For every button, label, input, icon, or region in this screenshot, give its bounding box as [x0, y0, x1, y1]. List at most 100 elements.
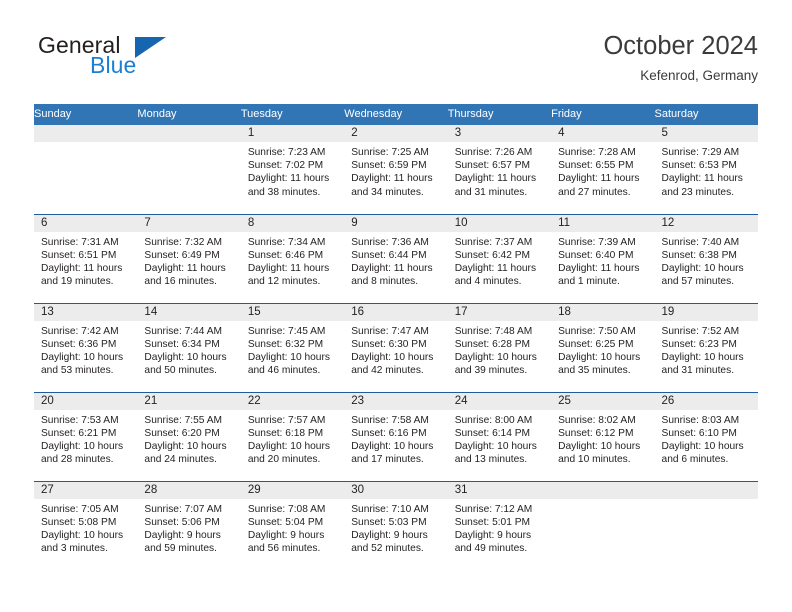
- sunrise-text: Sunrise: 7:05 AM: [41, 503, 119, 515]
- daylight-text-line2: and 52 minutes.: [351, 543, 424, 555]
- day-cell[interactable]: 12 Sunrise: 7:40 AM Sunset: 6:38 PM Dayl…: [654, 213, 758, 303]
- day-cell[interactable]: 10 Sunrise: 7:37 AM Sunset: 6:42 PM Dayl…: [447, 213, 552, 303]
- sunset-text: Sunset: 5:03 PM: [351, 516, 427, 528]
- day-cell[interactable]: 11 Sunrise: 7:39 AM Sunset: 6:40 PM Dayl…: [551, 213, 655, 303]
- calendar-week-row: 27 Sunrise: 7:05 AM Sunset: 5:08 PM Dayl…: [34, 480, 758, 570]
- day-details: Sunrise: 7:44 AM Sunset: 6:34 PM Dayligh…: [137, 321, 240, 378]
- day-cell[interactable]: 4 Sunrise: 7:28 AM Sunset: 6:55 PM Dayli…: [551, 125, 655, 214]
- sunset-text: Sunset: 6:12 PM: [558, 427, 634, 439]
- daylight-text-line2: and 23 minutes.: [661, 186, 735, 198]
- general-blue-logo[interactable]: General Blue: [34, 30, 264, 92]
- sunset-text: Sunset: 6:25 PM: [558, 338, 634, 350]
- day-details: Sunrise: 7:52 AM Sunset: 6:23 PM Dayligh…: [655, 321, 758, 378]
- day-cell[interactable]: 31 Sunrise: 7:12 AM Sunset: 5:01 PM Dayl…: [447, 480, 552, 570]
- day-cell[interactable]: 17 Sunrise: 7:48 AM Sunset: 6:28 PM Dayl…: [447, 302, 552, 392]
- daylight-text-line1: Daylight: 10 hours: [144, 351, 227, 363]
- daylight-text-line2: and 6 minutes.: [661, 454, 729, 466]
- calendar-week-row: 20 Sunrise: 7:53 AM Sunset: 6:21 PM Dayl…: [34, 391, 758, 481]
- day-details: Sunrise: 7:48 AM Sunset: 6:28 PM Dayligh…: [448, 321, 551, 378]
- daylight-text-line2: and 53 minutes.: [41, 365, 114, 377]
- daylight-text-line2: and 35 minutes.: [558, 365, 631, 377]
- day-cell[interactable]: 9 Sunrise: 7:36 AM Sunset: 6:44 PM Dayli…: [344, 213, 448, 303]
- sunrise-text: Sunrise: 7:08 AM: [247, 503, 326, 515]
- day-cell[interactable]: 23 Sunrise: 7:58 AM Sunset: 6:16 PM Dayl…: [344, 391, 448, 481]
- weekday-header-wednesday: Wednesday: [344, 104, 448, 125]
- day-details: Sunrise: 7:50 AM Sunset: 6:25 PM Dayligh…: [551, 321, 654, 378]
- day-details: Sunrise: 7:58 AM Sunset: 6:16 PM Dayligh…: [344, 410, 447, 467]
- day-cell[interactable]: 29 Sunrise: 7:08 AM Sunset: 5:04 PM Dayl…: [240, 480, 345, 570]
- day-details: Sunrise: 7:28 AM Sunset: 6:55 PM Dayligh…: [551, 142, 654, 199]
- sunset-text: Sunset: 6:36 PM: [41, 338, 117, 350]
- day-cell[interactable]: 18 Sunrise: 7:50 AM Sunset: 6:25 PM Dayl…: [551, 302, 655, 392]
- day-cell[interactable]: 19 Sunrise: 7:52 AM Sunset: 6:23 PM Dayl…: [654, 302, 758, 392]
- day-cell[interactable]: 7 Sunrise: 7:32 AM Sunset: 6:49 PM Dayli…: [137, 213, 241, 303]
- sunset-text: Sunset: 6:10 PM: [661, 427, 737, 439]
- sunrise-text: Sunrise: 7:12 AM: [454, 503, 533, 515]
- day-number: 25: [551, 392, 655, 410]
- daylight-text-line1: Daylight: 10 hours: [41, 351, 124, 363]
- daylight-text-line2: and 24 minutes.: [144, 454, 217, 466]
- day-details: Sunrise: 7:36 AM Sunset: 6:44 PM Dayligh…: [344, 232, 447, 289]
- day-cell[interactable]: 28 Sunrise: 7:07 AM Sunset: 5:06 PM Dayl…: [137, 480, 241, 570]
- day-cell[interactable]: 14 Sunrise: 7:44 AM Sunset: 6:34 PM Dayl…: [137, 302, 241, 392]
- sunrise-text: Sunrise: 7:45 AM: [247, 325, 326, 337]
- day-cell[interactable]: 13 Sunrise: 7:42 AM Sunset: 6:36 PM Dayl…: [34, 302, 138, 392]
- day-cell[interactable]: 16 Sunrise: 7:47 AM Sunset: 6:30 PM Dayl…: [344, 302, 448, 392]
- day-cell[interactable]: 2 Sunrise: 7:25 AM Sunset: 6:59 PM Dayli…: [344, 125, 448, 214]
- day-number: [137, 125, 241, 142]
- page-subtitle-location: Kefenrod, Germany: [640, 68, 758, 83]
- sunset-text: Sunset: 6:55 PM: [558, 160, 634, 172]
- calendar-week-row: 1 Sunrise: 7:23 AM Sunset: 7:02 PM Dayli…: [34, 125, 758, 214]
- daylight-text-line1: Daylight: 10 hours: [144, 440, 227, 452]
- sunrise-text: Sunrise: 7:10 AM: [351, 503, 429, 515]
- day-cell[interactable]: 22 Sunrise: 7:57 AM Sunset: 6:18 PM Dayl…: [240, 391, 345, 481]
- sunrise-text: Sunrise: 7:31 AM: [41, 236, 119, 248]
- day-cell[interactable]: 24 Sunrise: 8:00 AM Sunset: 6:14 PM Dayl…: [447, 391, 552, 481]
- sunrise-text: Sunrise: 7:44 AM: [144, 325, 223, 337]
- sunset-text: Sunset: 6:18 PM: [247, 427, 324, 439]
- day-number: 3: [447, 125, 552, 142]
- day-cell[interactable]: 26 Sunrise: 8:03 AM Sunset: 6:10 PM Dayl…: [654, 391, 758, 481]
- daylight-text-line1: Daylight: 9 hours: [247, 529, 325, 541]
- daylight-text-line2: and 13 minutes.: [454, 454, 528, 466]
- sunrise-text: Sunrise: 7:42 AM: [41, 325, 119, 337]
- day-number: [551, 481, 655, 499]
- sunset-text: Sunset: 6:32 PM: [247, 338, 324, 350]
- day-details: Sunrise: 8:02 AM Sunset: 6:12 PM Dayligh…: [551, 410, 654, 467]
- day-cell[interactable]: 27 Sunrise: 7:05 AM Sunset: 5:08 PM Dayl…: [34, 480, 138, 570]
- daylight-text-line1: Daylight: 10 hours: [454, 440, 537, 452]
- weekday-header-saturday: Saturday: [654, 104, 758, 125]
- day-details: Sunrise: 7:40 AM Sunset: 6:38 PM Dayligh…: [655, 232, 758, 289]
- day-details: Sunrise: 7:10 AM Sunset: 5:03 PM Dayligh…: [344, 499, 447, 556]
- day-number: 17: [447, 303, 552, 321]
- title-block: October 2024 Kefenrod, Germany: [603, 30, 758, 86]
- day-cell[interactable]: 25 Sunrise: 8:02 AM Sunset: 6:12 PM Dayl…: [551, 391, 655, 481]
- day-cell[interactable]: 15 Sunrise: 7:45 AM Sunset: 6:32 PM Dayl…: [240, 302, 345, 392]
- sunrise-text: Sunrise: 7:26 AM: [454, 147, 533, 158]
- daylight-text-line2: and 34 minutes.: [351, 186, 424, 198]
- day-cell[interactable]: 8 Sunrise: 7:34 AM Sunset: 6:46 PM Dayli…: [240, 213, 345, 303]
- daylight-text-line1: Daylight: 11 hours: [661, 173, 743, 185]
- day-number: 20: [34, 392, 138, 410]
- day-number: 29: [240, 481, 345, 499]
- day-number: 19: [654, 303, 758, 321]
- day-cell[interactable]: 30 Sunrise: 7:10 AM Sunset: 5:03 PM Dayl…: [344, 480, 448, 570]
- day-cell[interactable]: 20 Sunrise: 7:53 AM Sunset: 6:21 PM Dayl…: [34, 391, 138, 481]
- sunset-text: Sunset: 5:01 PM: [454, 516, 531, 528]
- sunset-text: Sunset: 6:42 PM: [454, 249, 531, 261]
- sunrise-text: Sunrise: 8:03 AM: [661, 414, 740, 426]
- day-details: Sunrise: 7:57 AM Sunset: 6:18 PM Dayligh…: [241, 410, 344, 467]
- sunrise-text: Sunrise: 7:23 AM: [247, 147, 326, 158]
- daylight-text-line1: Daylight: 11 hours: [144, 262, 226, 274]
- daylight-text-line1: Daylight: 10 hours: [661, 262, 744, 274]
- weekday-header-friday: Friday: [551, 104, 655, 125]
- sunrise-text: Sunrise: 7:28 AM: [558, 147, 636, 158]
- daylight-text-line2: and 8 minutes.: [351, 276, 419, 288]
- daylight-text-line2: and 49 minutes.: [454, 543, 528, 555]
- day-cell[interactable]: 3 Sunrise: 7:26 AM Sunset: 6:57 PM Dayli…: [447, 125, 552, 214]
- day-cell[interactable]: 5 Sunrise: 7:29 AM Sunset: 6:53 PM Dayli…: [654, 125, 758, 214]
- sunset-text: Sunset: 6:34 PM: [144, 338, 220, 350]
- day-cell[interactable]: 1 Sunrise: 7:23 AM Sunset: 7:02 PM Dayli…: [240, 125, 345, 214]
- day-cell[interactable]: 21 Sunrise: 7:55 AM Sunset: 6:20 PM Dayl…: [137, 391, 241, 481]
- day-cell[interactable]: 6 Sunrise: 7:31 AM Sunset: 6:51 PM Dayli…: [34, 213, 138, 303]
